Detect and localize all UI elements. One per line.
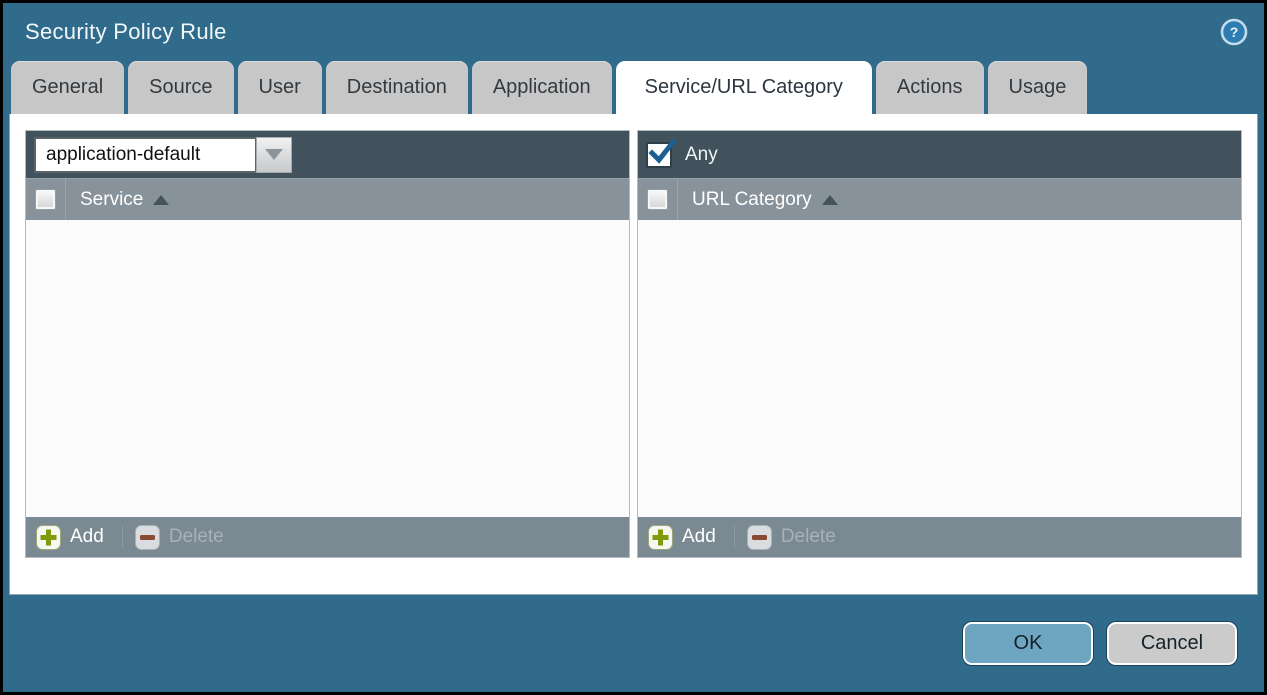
cancel-button[interactable]: Cancel (1107, 622, 1237, 665)
service-add-label: Add (70, 526, 104, 548)
tab-bar: General Source User Destination Applicat… (3, 61, 1264, 114)
sort-ascending-icon[interactable] (822, 195, 838, 205)
service-type-value[interactable]: application-default (34, 137, 256, 173)
service-select-all-checkbox[interactable] (35, 189, 56, 210)
service-panel-footer: Add Delete (26, 517, 629, 557)
url-category-select-all-checkbox[interactable] (647, 189, 668, 210)
checkmark-icon (648, 139, 678, 169)
service-delete-button[interactable]: Delete (135, 525, 224, 550)
service-type-dropdown-button[interactable] (256, 137, 292, 173)
tab-usage[interactable]: Usage (988, 61, 1088, 114)
minus-icon (135, 525, 160, 550)
service-panel: application-default Service (25, 130, 630, 558)
dialog-footer: OK Cancel (3, 595, 1264, 665)
service-toolbar: application-default (26, 131, 629, 178)
service-delete-label: Delete (169, 526, 224, 548)
tab-source[interactable]: Source (128, 61, 233, 114)
url-category-table-header: URL Category (638, 178, 1241, 220)
tab-actions[interactable]: Actions (876, 61, 984, 114)
url-category-select-all-cell (638, 179, 678, 220)
tab-general[interactable]: General (11, 61, 124, 114)
service-type-dropdown[interactable]: application-default (34, 137, 292, 173)
url-category-delete-label: Delete (781, 526, 836, 548)
service-table-body[interactable] (26, 220, 629, 517)
tab-application[interactable]: Application (472, 61, 612, 114)
footer-separator (734, 526, 735, 548)
dialog-title: Security Policy Rule (25, 19, 227, 45)
plus-icon (36, 525, 61, 550)
help-icon[interactable]: ? (1220, 18, 1248, 46)
footer-separator (122, 526, 123, 548)
service-add-button[interactable]: Add (36, 525, 104, 550)
tab-service-url-category[interactable]: Service/URL Category (616, 61, 872, 114)
url-category-add-label: Add (682, 526, 716, 548)
url-category-column-label[interactable]: URL Category (678, 189, 812, 211)
chevron-down-icon (265, 149, 283, 160)
plus-icon (648, 525, 673, 550)
tab-user[interactable]: User (238, 61, 322, 114)
security-policy-rule-dialog: Security Policy Rule ? General Source Us… (3, 3, 1264, 692)
any-label: Any (685, 144, 718, 166)
tab-content: application-default Service (9, 114, 1258, 595)
url-category-panel-footer: Add Delete (638, 517, 1241, 557)
service-column-label[interactable]: Service (66, 189, 143, 211)
url-category-panel: Any URL Category Add (637, 130, 1242, 558)
any-checkbox[interactable] (646, 142, 672, 168)
title-bar: Security Policy Rule ? (3, 3, 1264, 61)
minus-icon (747, 525, 772, 550)
sort-ascending-icon[interactable] (153, 195, 169, 205)
url-category-delete-button[interactable]: Delete (747, 525, 836, 550)
service-select-all-cell (26, 179, 66, 220)
service-table-header: Service (26, 178, 629, 220)
url-category-table-body[interactable] (638, 220, 1241, 517)
url-category-toolbar: Any (638, 131, 1241, 178)
ok-button[interactable]: OK (963, 622, 1093, 665)
tab-destination[interactable]: Destination (326, 61, 468, 114)
url-category-add-button[interactable]: Add (648, 525, 716, 550)
question-glyph: ? (1230, 24, 1239, 40)
